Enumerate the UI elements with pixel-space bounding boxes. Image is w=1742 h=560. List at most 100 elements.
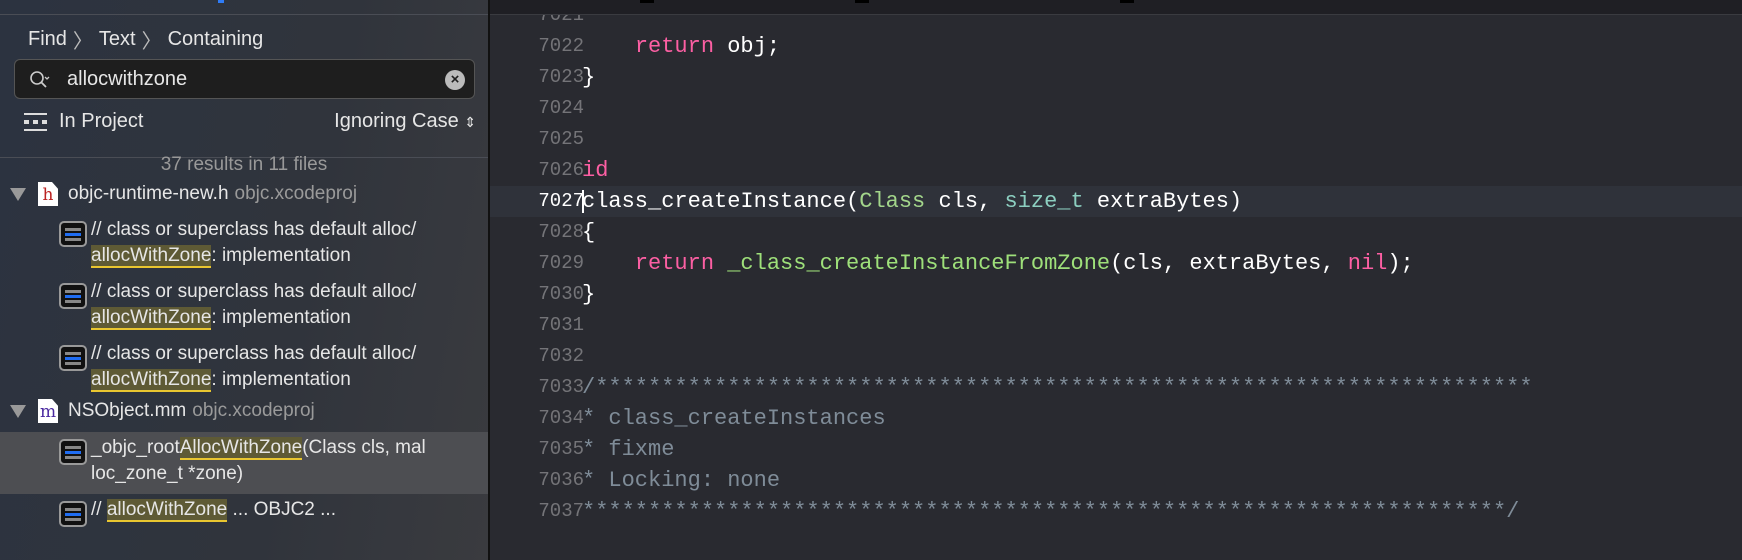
code-token: Class (859, 189, 926, 214)
code-line[interactable]: 7028{ (490, 217, 1742, 248)
code-line[interactable]: 7025 (490, 124, 1742, 155)
result-line-icon (59, 345, 87, 371)
project-name: objc.xcodeproj (234, 183, 358, 204)
result-text: // (91, 499, 107, 520)
scope-button[interactable]: In Project (24, 110, 143, 133)
code-token: size_t (1004, 189, 1084, 214)
line-number: 7026 (538, 159, 584, 181)
code-line[interactable]: 7026 id (490, 155, 1742, 186)
match-highlight: allocWithZone (91, 245, 212, 268)
search-icon[interactable] (29, 69, 51, 91)
code-line[interactable]: 7033/***********************************… (490, 372, 1742, 403)
result-row[interactable]: // allocWithZone ... OBJC2 ... (0, 494, 488, 556)
code-line[interactable]: 7024 (490, 93, 1742, 124)
code-text: * fixme (582, 434, 674, 465)
code-line[interactable]: 7029 return _class_createInstanceFromZon… (490, 248, 1742, 279)
code-token: (cls, extraBytes, (1110, 251, 1348, 276)
file-row[interactable]: h objc-runtime-new.h objc.xcodeproj (0, 181, 357, 207)
result-row[interactable]: // class or superclass has default alloc… (0, 338, 488, 400)
code-token: extraBytes) (1083, 189, 1243, 214)
code-line[interactable]: 7031 (490, 310, 1742, 341)
code-token: nil (1347, 251, 1388, 276)
result-row-selected[interactable]: _objc_rootAllocWithZone(Class cls, mal l… (0, 432, 488, 494)
code-line[interactable]: 7036 * Locking: none (490, 465, 1742, 496)
result-text: : implementation (211, 307, 351, 328)
selected-navigator-indicator (218, 0, 224, 3)
code-line[interactable]: 7037 ************************************… (490, 496, 1742, 527)
code-token: } (582, 282, 596, 307)
code-line[interactable]: 7030} (490, 279, 1742, 310)
disclosure-triangle-icon[interactable] (10, 404, 26, 418)
line-number: 7036 (538, 469, 584, 491)
case-option-label: Ignoring Case (334, 110, 459, 132)
code-token: return (634, 251, 715, 276)
source-editor[interactable]: 7021 7022 return obj; 7023} 7024 7025 7026 id 7… (490, 0, 1742, 560)
code-token: * fixme (582, 437, 675, 462)
line-number: 7034 (538, 407, 584, 429)
code-line[interactable]: 7022 return obj; (490, 31, 1742, 62)
code-token: cls, (925, 189, 1005, 214)
file-name: objc-runtime-new.h (68, 183, 229, 204)
result-text: : implementation (211, 245, 351, 266)
code-text: class_createInstance(Class cls, size_t e… (582, 186, 1242, 217)
result-row[interactable]: // class or superclass has default alloc… (0, 214, 488, 276)
match-highlight: AllocWithZone (179, 437, 303, 460)
code-text: return _class_createInstanceFromZone(cls… (582, 248, 1414, 279)
code-text: id (582, 155, 608, 186)
code-token: ); (1387, 251, 1414, 276)
line-number: 7032 (538, 345, 584, 367)
objc-file-icon: m (38, 399, 58, 423)
search-field[interactable]: allocwithzone × (14, 59, 475, 99)
chevron-right-icon: 〉 (72, 31, 93, 53)
code-line[interactable]: 7023} (490, 62, 1742, 93)
code-token: return (634, 34, 715, 59)
header-file-icon: h (38, 182, 58, 206)
code-line[interactable]: 7027 class_createInstance(Class cls, size… (490, 186, 1742, 217)
results-summary: 37 results in 11 files (160, 154, 328, 175)
code-token: } (582, 65, 596, 90)
match-highlight: allocWithZone (91, 369, 212, 392)
result-text: : implementation (211, 369, 351, 390)
line-number: 7035 (538, 438, 584, 460)
code-text: /***************************************… (582, 372, 1533, 403)
line-number: 7028 (538, 221, 584, 243)
code-text: return obj; (582, 31, 780, 62)
breadcrumb-text[interactable]: Text (99, 28, 136, 51)
navigator-toolbar (0, 0, 488, 15)
scope-row: In Project Ignoring Case ⇕ (24, 110, 476, 133)
result-line-icon (59, 283, 87, 309)
line-number: 7023 (538, 66, 584, 88)
code-token: * Locking: none (582, 468, 781, 493)
code-text: * Locking: none (582, 465, 780, 496)
up-down-chevron-icon: ⇕ (464, 114, 476, 130)
code-text: ****************************************… (582, 496, 1519, 527)
file-name: NSObject.mm (68, 400, 187, 421)
find-breadcrumb: Find 〉 Text 〉 Containing (28, 25, 263, 54)
clear-search-icon[interactable]: × (445, 70, 465, 90)
scope-label: In Project (59, 110, 144, 132)
case-option-popup[interactable]: Ignoring Case ⇕ (334, 110, 476, 133)
line-number: 7025 (538, 128, 584, 150)
code-line[interactable]: 7035 * fixme (490, 434, 1742, 465)
code-text: } (582, 62, 595, 93)
breadcrumb-containing[interactable]: Containing (168, 28, 264, 51)
search-input[interactable]: allocwithzone (67, 68, 187, 91)
result-text: // class or superclass has default alloc… (91, 343, 417, 364)
code-token: * class_createInstances (582, 406, 886, 431)
disclosure-triangle-icon[interactable] (10, 187, 26, 201)
code-line[interactable]: 7032 (490, 341, 1742, 372)
result-row[interactable]: // class or superclass has default alloc… (0, 276, 488, 338)
code-token: class_createInstance( (582, 189, 860, 214)
match-highlight: allocWithZone (91, 307, 212, 330)
file-row[interactable]: m NSObject.mm objc.xcodeproj (0, 398, 315, 424)
text-cursor (582, 190, 584, 213)
project-name: objc.xcodeproj (192, 400, 315, 421)
code-text: } (582, 279, 595, 310)
scope-icon (24, 112, 47, 131)
line-number: 7030 (538, 283, 584, 305)
code-line[interactable]: 7034 * class_createInstances (490, 403, 1742, 434)
line-number: 7033 (538, 376, 584, 398)
breadcrumb-find[interactable]: Find (28, 28, 67, 51)
